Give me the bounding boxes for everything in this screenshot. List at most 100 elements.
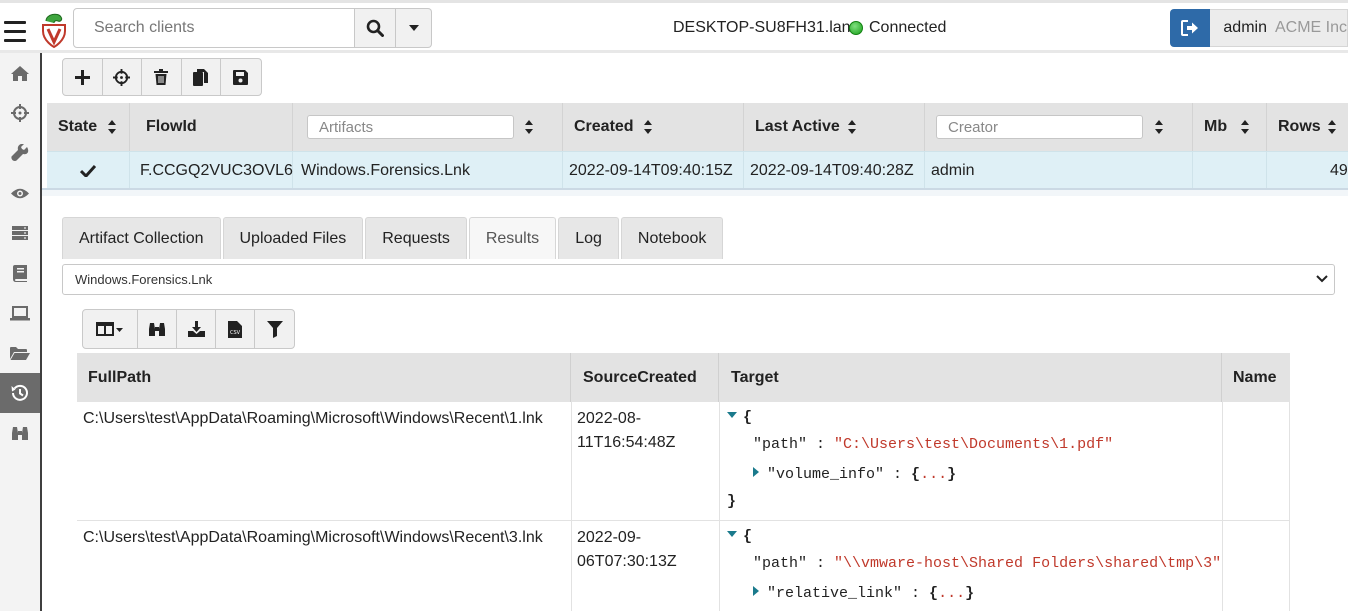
col-name[interactable]: Name (1222, 353, 1290, 402)
flow-artifacts-cell: Windows.Forensics.Lnk (293, 152, 563, 189)
sidebar-item-virtual-filesystem[interactable] (0, 333, 40, 373)
sidebar-item-server-artifacts[interactable] (0, 213, 40, 253)
logout-button[interactable] (1170, 9, 1211, 47)
artifact-select-value: Windows.Forensics.Lnk (75, 272, 213, 287)
tab-uploaded-files[interactable]: Uploaded Files (222, 217, 364, 259)
user-menu: admin ACME Inc (1170, 9, 1348, 47)
col-last-active[interactable]: Last Active (744, 103, 925, 151)
column-selector-button[interactable] (83, 310, 138, 348)
collapse-toggle-icon[interactable] (727, 531, 737, 537)
flow-last-active-cell: 2022-09-14T09:40:28Z (744, 152, 925, 189)
json-child-open-brace: { (929, 585, 939, 602)
inspect-raw-json-button[interactable] (138, 310, 177, 348)
sidebar-item-vql-drilldown[interactable] (0, 413, 40, 453)
col-fullpath[interactable]: FullPath (77, 353, 571, 402)
tab-artifact-collection[interactable]: Artifact Collection (62, 217, 221, 259)
tab-requests[interactable]: Requests (365, 217, 467, 259)
json-value: "C:\Users\test\Documents\1.pdf" (834, 436, 1114, 453)
connection-status: Connected (849, 19, 946, 37)
sidebar-item-host-information[interactable] (0, 293, 40, 333)
download-csv-button[interactable]: CSV (216, 310, 255, 348)
delete-collection-button[interactable] (142, 59, 182, 95)
save-collection-button[interactable] (221, 59, 261, 95)
sourcecreated-cell-line1: 2022-09- (577, 529, 642, 546)
sidebar-item-notebooks[interactable] (0, 253, 40, 293)
download-json-button[interactable] (177, 310, 216, 348)
plus-icon (74, 69, 90, 85)
sign-out-icon (1181, 20, 1199, 36)
connection-status-label: Connected (869, 19, 947, 36)
sidebar-item-home[interactable] (0, 53, 40, 93)
json-key: "relative_link" (767, 585, 903, 602)
sort-icon[interactable] (847, 119, 857, 135)
collapse-toggle-icon[interactable] (727, 412, 737, 418)
wrench-icon (11, 144, 29, 161)
tab-notebook[interactable]: Notebook (620, 217, 724, 259)
split-pane-gutter (42, 190, 1348, 196)
col-sourcecreated[interactable]: SourceCreated (571, 353, 719, 402)
sidebar-item-artifacts[interactable] (0, 133, 40, 173)
flow-rows-cell: 49 (1267, 152, 1348, 189)
sidebar (0, 53, 42, 611)
artifact-select[interactable]: Windows.Forensics.Lnk (62, 264, 1335, 295)
filter-icon (266, 320, 283, 338)
sidebar-item-events[interactable] (0, 173, 40, 213)
json-ellipsis[interactable]: ... (938, 585, 965, 602)
new-collection-button[interactable] (63, 59, 103, 95)
laptop-icon (10, 305, 30, 320)
eye-icon (11, 188, 29, 198)
client-search-input[interactable] (73, 8, 355, 48)
trash-icon (154, 69, 169, 85)
search-button[interactable] (354, 8, 396, 48)
filter-button[interactable] (255, 310, 294, 348)
json-value: "\\vmware-host\Shared Folders\shared\tmp… (834, 555, 1222, 572)
status-dot-icon (849, 21, 863, 35)
tab-log[interactable]: Log (558, 217, 619, 259)
search-icon (366, 19, 384, 37)
col-flowid[interactable]: FlowId (130, 103, 293, 151)
history-icon (11, 384, 28, 401)
col-state[interactable]: State (47, 103, 130, 151)
copy-collection-button[interactable] (182, 59, 221, 95)
search-options-dropdown-button[interactable] (396, 8, 432, 48)
artifacts-filter-input[interactable] (307, 115, 514, 139)
json-ellipsis[interactable]: ... (920, 466, 947, 483)
tab-results[interactable]: Results (468, 217, 557, 259)
sidebar-item-collected-artifacts[interactable] (0, 373, 40, 413)
flow-state-cell (47, 152, 130, 189)
sort-icon[interactable] (1240, 119, 1250, 135)
json-child-open-brace: { (911, 466, 921, 483)
sort-icon[interactable] (524, 119, 534, 135)
table-row: C:\Users\test\AppData\Roaming\Microsoft\… (77, 402, 1290, 521)
expand-toggle-icon[interactable] (753, 467, 759, 477)
sort-icon[interactable] (107, 119, 117, 135)
navbar-divider (0, 50, 1348, 53)
json-child-close-brace: } (947, 466, 957, 483)
velociraptor-logo[interactable] (40, 11, 68, 49)
user-info[interactable]: admin ACME Inc (1210, 9, 1348, 47)
sort-icon[interactable] (643, 119, 653, 135)
sidebar-item-hunt-manager[interactable] (0, 93, 40, 133)
table-row[interactable]: F.CCGQ2VUC3OVL6 Windows.Forensics.Lnk 20… (47, 151, 1348, 189)
new-hunt-button[interactable] (103, 59, 142, 95)
server-icon (12, 226, 28, 240)
col-mb[interactable]: Mb (1193, 103, 1267, 151)
csv-icon: CSV (228, 320, 242, 338)
creator-filter-input[interactable] (936, 115, 1143, 139)
flows-table-header: State FlowId Created Last Active Mb Rows (47, 103, 1348, 151)
sort-icon[interactable] (1327, 119, 1337, 135)
username: admin (1223, 19, 1267, 36)
hamburger-menu-icon[interactable] (4, 21, 26, 43)
col-target[interactable]: Target (719, 353, 1222, 402)
col-created[interactable]: Created (563, 103, 744, 151)
sourcecreated-cell-line2: 11T16:54:48Z (577, 434, 676, 451)
col-flowid-label: FlowId (146, 118, 197, 135)
svg-text:CSV: CSV (230, 330, 241, 336)
sort-icon[interactable] (1154, 119, 1164, 135)
org-name: ACME Inc (1274, 19, 1347, 36)
col-created-label: Created (574, 118, 634, 135)
binoculars-icon (149, 323, 165, 336)
client-hostname: DESKTOP-SU8FH31.lan (673, 19, 851, 36)
expand-toggle-icon[interactable] (753, 586, 759, 596)
fullpath-cell: C:\Users\test\AppData\Roaming\Microsoft\… (83, 529, 543, 546)
